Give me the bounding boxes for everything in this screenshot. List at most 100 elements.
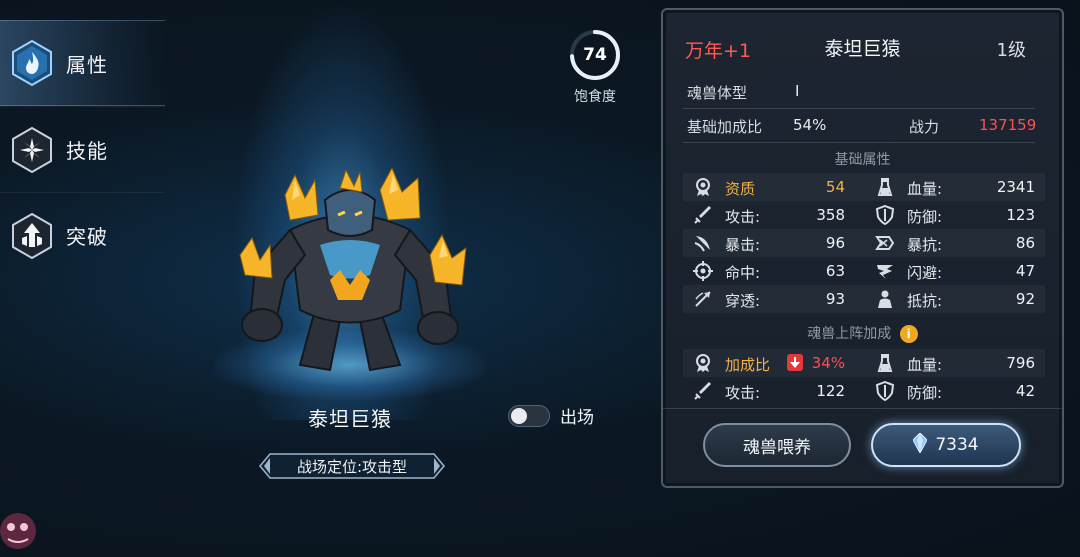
divider xyxy=(663,408,1062,409)
power-value: 137159 xyxy=(979,116,1037,134)
stat-attack: 攻击: 358 xyxy=(683,201,861,229)
deploy-bonus-title-row: 魂兽上阵加成 i xyxy=(663,323,1062,343)
stat-value: 123 xyxy=(1006,206,1035,224)
stat-row: 穿透: 93 抵抗: 92 xyxy=(683,285,1045,313)
toggle-knob xyxy=(511,407,527,424)
power-label: 战力 xyxy=(909,118,940,136)
stat-value: 2341 xyxy=(996,178,1035,196)
mascot-logo-icon xyxy=(0,497,44,555)
crit-icon xyxy=(693,233,713,253)
level-label: 1级 xyxy=(996,40,1026,61)
titan-ape-model[interactable] xyxy=(230,160,470,380)
tab-attributes-label: 属性 xyxy=(66,52,108,77)
stat-value: 92 xyxy=(1015,290,1035,308)
stat-value: 796 xyxy=(1006,354,1035,372)
body-type-row: 魂兽体型 I xyxy=(683,78,1035,106)
stat-pierce: 穿透: 93 xyxy=(683,285,861,313)
battle-role-text: 战场定位:攻击型 xyxy=(296,457,408,476)
body-type-value: I xyxy=(795,82,800,100)
stat-label: 防御: xyxy=(907,208,943,226)
tab-breakthrough-label: 突破 xyxy=(66,225,108,249)
stat-label: 加成比 xyxy=(725,356,771,374)
sword-icon xyxy=(693,381,713,401)
stat-value: 358 xyxy=(816,206,845,224)
stat-value: 34% xyxy=(811,354,845,372)
stat-value: 54 xyxy=(825,178,845,196)
stat-value: 86 xyxy=(1015,234,1035,252)
stat-label: 抵抗: xyxy=(907,292,943,310)
tab-skills[interactable]: 技能 xyxy=(0,106,165,192)
potion-icon xyxy=(875,177,895,197)
stat-hp: 血量: 2341 xyxy=(865,173,1043,201)
target-icon xyxy=(693,261,713,281)
stat-label: 闪避: xyxy=(907,264,943,282)
feed-button-label: 魂兽喂养 xyxy=(743,437,811,458)
stat-label: 血量: xyxy=(907,180,943,198)
potion-icon xyxy=(875,353,895,373)
stat-label: 命中: xyxy=(725,264,761,282)
stat-dodge: 闪避: 47 xyxy=(865,257,1043,285)
stat-value: 122 xyxy=(816,382,845,400)
bonus-hp: 血量: 796 xyxy=(865,349,1043,377)
tab-attributes[interactable]: 属性 xyxy=(0,20,165,106)
stat-value: 63 xyxy=(825,262,845,280)
breakthrough-arrow-icon xyxy=(10,212,54,260)
side-tabs: 属性 技能 突破 xyxy=(0,20,165,278)
stat-row: 攻击: 358 防御: 123 xyxy=(683,201,1045,229)
deploy-toggle[interactable] xyxy=(508,404,550,427)
stat-row: 加成比 34% 血量: 796 xyxy=(683,349,1045,377)
stat-value: 47 xyxy=(1015,262,1035,280)
shield-icon xyxy=(875,204,895,226)
stat-row: 暴击: 96 暴抗: 86 xyxy=(683,229,1045,257)
bonus-ratio: 加成比 34% xyxy=(683,349,861,377)
skill-burst-icon xyxy=(10,126,54,174)
gem-cost-button[interactable]: 7334 xyxy=(871,423,1021,467)
tab-breakthrough[interactable]: 突破 xyxy=(0,192,165,278)
gem-cost-value: 7334 xyxy=(935,435,979,455)
crit-resist-icon xyxy=(875,233,895,253)
tab-skills-label: 技能 xyxy=(66,139,108,163)
battle-role-badge: 战场定位:攻击型 xyxy=(258,452,446,480)
stat-label: 攻击: xyxy=(725,384,761,402)
stat-aptitude: 资质 54 xyxy=(683,173,861,201)
dodge-icon xyxy=(875,261,895,281)
satiety-ring: 74 xyxy=(568,28,622,82)
decrease-arrow-icon xyxy=(787,354,803,371)
base-stats-title: 基础属性 xyxy=(834,152,891,168)
flame-icon xyxy=(10,39,54,87)
stat-hit: 命中: 63 xyxy=(683,257,861,285)
info-panel: 万年+1 泰坦巨猿 1级 魂兽体型 I 基础加成比 54% 战力 137159 … xyxy=(661,8,1064,488)
deploy-label: 出场 xyxy=(560,408,594,428)
satiety-meter: 74 饱食度 xyxy=(566,28,624,106)
resist-icon xyxy=(875,289,895,309)
pierce-icon xyxy=(693,289,713,309)
info-icon[interactable]: i xyxy=(899,325,918,343)
stat-label: 穿透: xyxy=(725,292,761,310)
divider xyxy=(683,108,1035,109)
stat-row: 命中: 63 闪避: 47 xyxy=(683,257,1045,285)
base-bonus-row: 基础加成比 54% 战力 137159 xyxy=(683,112,1037,140)
stat-row: 资质 54 血量: 2341 xyxy=(683,173,1045,201)
stat-row: 攻击: 122 防御: 42 xyxy=(683,377,1045,405)
satiety-value: 74 xyxy=(583,45,607,65)
medal-icon xyxy=(693,353,713,373)
stat-label: 暴抗: xyxy=(907,236,943,254)
shield-icon xyxy=(875,380,895,402)
base-bonus-value: 54% xyxy=(793,116,827,134)
sword-icon xyxy=(693,205,713,225)
stat-label: 资质 xyxy=(725,180,756,198)
stat-crit-resist: 暴抗: 86 xyxy=(865,229,1043,257)
body-type-label: 魂兽体型 xyxy=(687,84,748,102)
stat-crit: 暴击: 96 xyxy=(683,229,861,257)
stat-label: 暴击: xyxy=(725,236,761,254)
stat-label: 血量: xyxy=(907,356,943,374)
deploy-toggle-group[interactable]: 出场 xyxy=(508,403,594,428)
feed-button[interactable]: 魂兽喂养 xyxy=(703,423,851,467)
bonus-attack: 攻击: 122 xyxy=(683,377,861,405)
satiety-label: 饱食度 xyxy=(574,89,616,105)
stat-label: 攻击: xyxy=(725,208,761,226)
stat-defense: 防御: 123 xyxy=(865,201,1043,229)
stat-value: 42 xyxy=(1015,382,1035,400)
medal-icon xyxy=(693,177,713,197)
stat-resist: 抵抗: 92 xyxy=(865,285,1043,313)
